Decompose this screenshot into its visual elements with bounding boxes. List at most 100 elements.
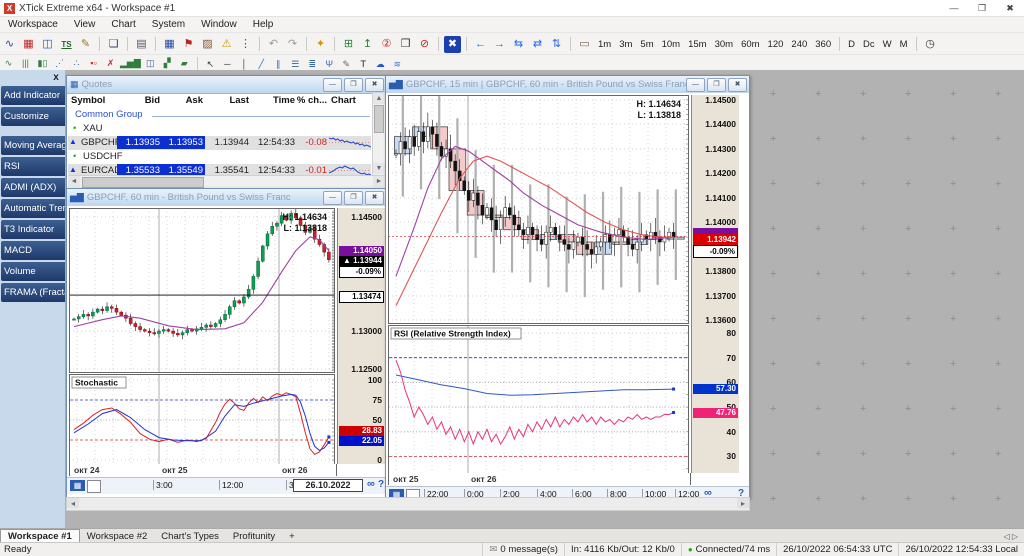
trendline-tool-icon[interactable]: ╱ (254, 57, 269, 71)
quotes-horizontal-scrollbar[interactable]: ◄► (68, 175, 385, 188)
bid-value[interactable]: 1.13935 (117, 136, 162, 149)
scroll-up-icon[interactable]: ▲ (373, 93, 385, 104)
period-M-button[interactable]: M (897, 39, 911, 50)
add-indicator-icon[interactable]: ⊞ (340, 36, 357, 53)
page-setup-icon[interactable]: ❏ (105, 36, 122, 53)
minimize-button[interactable]: — (940, 1, 968, 16)
quotes-header-ask[interactable]: Ask (160, 95, 203, 106)
sidebar-item-customize[interactable]: Customize (1, 107, 67, 126)
quotes-vertical-scrollbar[interactable]: ▲▼ (372, 93, 385, 175)
menu-view[interactable]: View (66, 19, 104, 30)
link-charts-icon[interactable]: ∞ (367, 478, 375, 490)
crop-icon[interactable]: ❒ (397, 36, 414, 53)
c15-plot[interactable]: H: 1.14634L: 1.13818RSI (Relative Streng… (388, 95, 689, 473)
print-icon[interactable]: ▤ (133, 36, 150, 53)
timeframe-360-button[interactable]: 360 (812, 39, 834, 50)
period-D-button[interactable]: D (845, 39, 858, 50)
quote-row-symbol[interactable]: GBPCHF (81, 137, 121, 148)
vertical-line-tool-icon[interactable]: │ (237, 57, 252, 71)
timeframe-10m-button[interactable]: 10m (659, 39, 683, 50)
quotes-header-last[interactable]: Last (203, 95, 249, 106)
scroll-left-icon[interactable]: ◄ (68, 176, 80, 187)
timeframe-30m-button[interactable]: 30m (712, 39, 736, 50)
workspace-scrollbar[interactable]: ◂ ▸ (66, 497, 750, 511)
quotes-header-time[interactable]: Time (249, 95, 295, 106)
scroll-thumb[interactable] (82, 177, 204, 188)
sidebar-item-admi-adx[interactable]: ADMI (ADX) (1, 178, 67, 197)
timeframe-240-button[interactable]: 240 (788, 39, 810, 50)
hatch-tool-icon[interactable]: ≋ (390, 57, 405, 71)
shapes-tool-icon[interactable]: ☁ (373, 57, 388, 71)
c15-price-axis[interactable]: 1.145001.144001.143001.142001.141001.140… (691, 95, 739, 473)
timeframe-120-button[interactable]: 120 (765, 39, 787, 50)
freehand-tool-icon[interactable]: ✎ (339, 57, 354, 71)
scroll-down-icon[interactable]: ▼ (373, 163, 385, 174)
horizontal-line-tool-icon[interactable]: ─ (220, 57, 235, 71)
menu-window[interactable]: Window (193, 19, 245, 30)
table-icon[interactable]: ▦ (161, 36, 178, 53)
c60-plot[interactable]: H: 1.14634L: 1.13818Stochastic (69, 208, 335, 464)
quotes-window-icon[interactable]: ▦ (20, 36, 37, 53)
sidebar-item-volume[interactable]: Volume (1, 262, 67, 281)
sidebar-item-macd[interactable]: MACD (1, 241, 67, 260)
chart15-minimize-button[interactable]: — (686, 78, 705, 92)
pitchfork-tool-icon[interactable]: Ψ (322, 57, 337, 71)
parallel-channel-tool-icon[interactable]: ∥ (271, 57, 286, 71)
close-button[interactable]: ✖ (996, 1, 1024, 16)
sidebar-item-rsi[interactable]: RSI (1, 157, 67, 176)
fib-expansion-tool-icon[interactable]: ≣ (305, 57, 320, 71)
quotes-header-bid[interactable]: Bid (117, 95, 160, 106)
quotes-maximize-button[interactable]: ❐ (344, 78, 363, 92)
sidebar-item-automatic-trend[interactable]: Automatic Trend (1, 199, 67, 218)
menu-system[interactable]: System (144, 19, 193, 30)
timeframe-60m-button[interactable]: 60m (738, 39, 762, 50)
scroll-left-icon[interactable]: ⇆ (510, 36, 527, 53)
quotes-close-button[interactable]: ✖ (365, 78, 384, 92)
close-window-icon[interactable]: ✖ (444, 36, 461, 53)
quotes-header-symbol[interactable]: Symbol (71, 95, 117, 106)
quotes-titlebar[interactable]: ▦ Quotes — ❐ ✖ (67, 76, 386, 94)
chart60-titlebar[interactable]: ▅▇ GBPCHF, 60 min - British Pound vs Swi… (67, 189, 386, 207)
scroll-left-arrow-icon[interactable]: ◂ (67, 498, 79, 508)
quotes-header-ch[interactable]: % ch... (295, 95, 327, 106)
timeframe-15m-button[interactable]: 15m (685, 39, 709, 50)
sidebar-item-frama-fractal-a[interactable]: FRAMA (Fractal A (1, 283, 67, 302)
new-chart-icon[interactable]: ∿ (1, 36, 18, 53)
market-depth-icon[interactable]: ◫ (39, 36, 56, 53)
sidebar-item-t3-indicator[interactable]: T3 Indicator (1, 220, 67, 239)
pointer-tool-icon[interactable]: ↖ (203, 57, 218, 71)
zoom-2x-icon[interactable]: ② (378, 36, 395, 53)
arrow-right-icon[interactable]: → (491, 36, 508, 53)
measure-icon[interactable]: ▭ (576, 36, 593, 53)
sidebar-item-moving-average[interactable]: Moving Average (1, 136, 67, 155)
scroll-right-arrow-icon[interactable]: ▸ (737, 498, 749, 508)
chart60-minimize-button[interactable]: — (323, 191, 342, 205)
pencil-icon[interactable]: ✎ (77, 36, 94, 53)
c60-price-axis[interactable]: 1.145001.130001.12500100755001.14050▲ 1.… (337, 208, 385, 464)
sidebar-item-add-indicator[interactable]: Add Indicator (1, 86, 67, 105)
chart60-maximize-button[interactable]: ❐ (344, 191, 363, 205)
maximize-button[interactable]: ❐ (968, 1, 996, 16)
period-W-button[interactable]: W (880, 39, 895, 50)
timeframe-3m-button[interactable]: 3m (616, 39, 635, 50)
arrow-left-icon[interactable]: ← (472, 36, 489, 53)
disable-icon[interactable]: ⊘ (416, 36, 433, 53)
undo-icon[interactable]: ↶ (265, 36, 282, 53)
text-tool-icon[interactable]: T (356, 57, 371, 71)
apply-study-icon[interactable]: ↥ (359, 36, 376, 53)
chart60-close-button[interactable]: ✖ (365, 191, 384, 205)
alerts-icon[interactable]: ⚠ (218, 36, 235, 53)
redo-icon[interactable]: ↷ (284, 36, 301, 53)
flag-icon[interactable]: ⚑ (180, 36, 197, 53)
quotes-minimize-button[interactable]: — (323, 78, 342, 92)
timeframe-1m-button[interactable]: 1m (595, 39, 614, 50)
grid-settings-button[interactable]: ▦ (70, 480, 85, 491)
period-Dc-button[interactable]: Dc (860, 39, 878, 50)
menu-workspace[interactable]: Workspace (0, 19, 66, 30)
key-icon[interactable]: ✦ (312, 36, 329, 53)
auto-shift-icon[interactable]: ⇅ (548, 36, 565, 53)
traffic-light-icon[interactable]: ⋮ (237, 36, 254, 53)
server-time-icon[interactable]: ◷ (922, 36, 939, 53)
scroll-right-icon[interactable]: ► (373, 176, 385, 187)
scroll-right-icon[interactable]: ⇄ (529, 36, 546, 53)
